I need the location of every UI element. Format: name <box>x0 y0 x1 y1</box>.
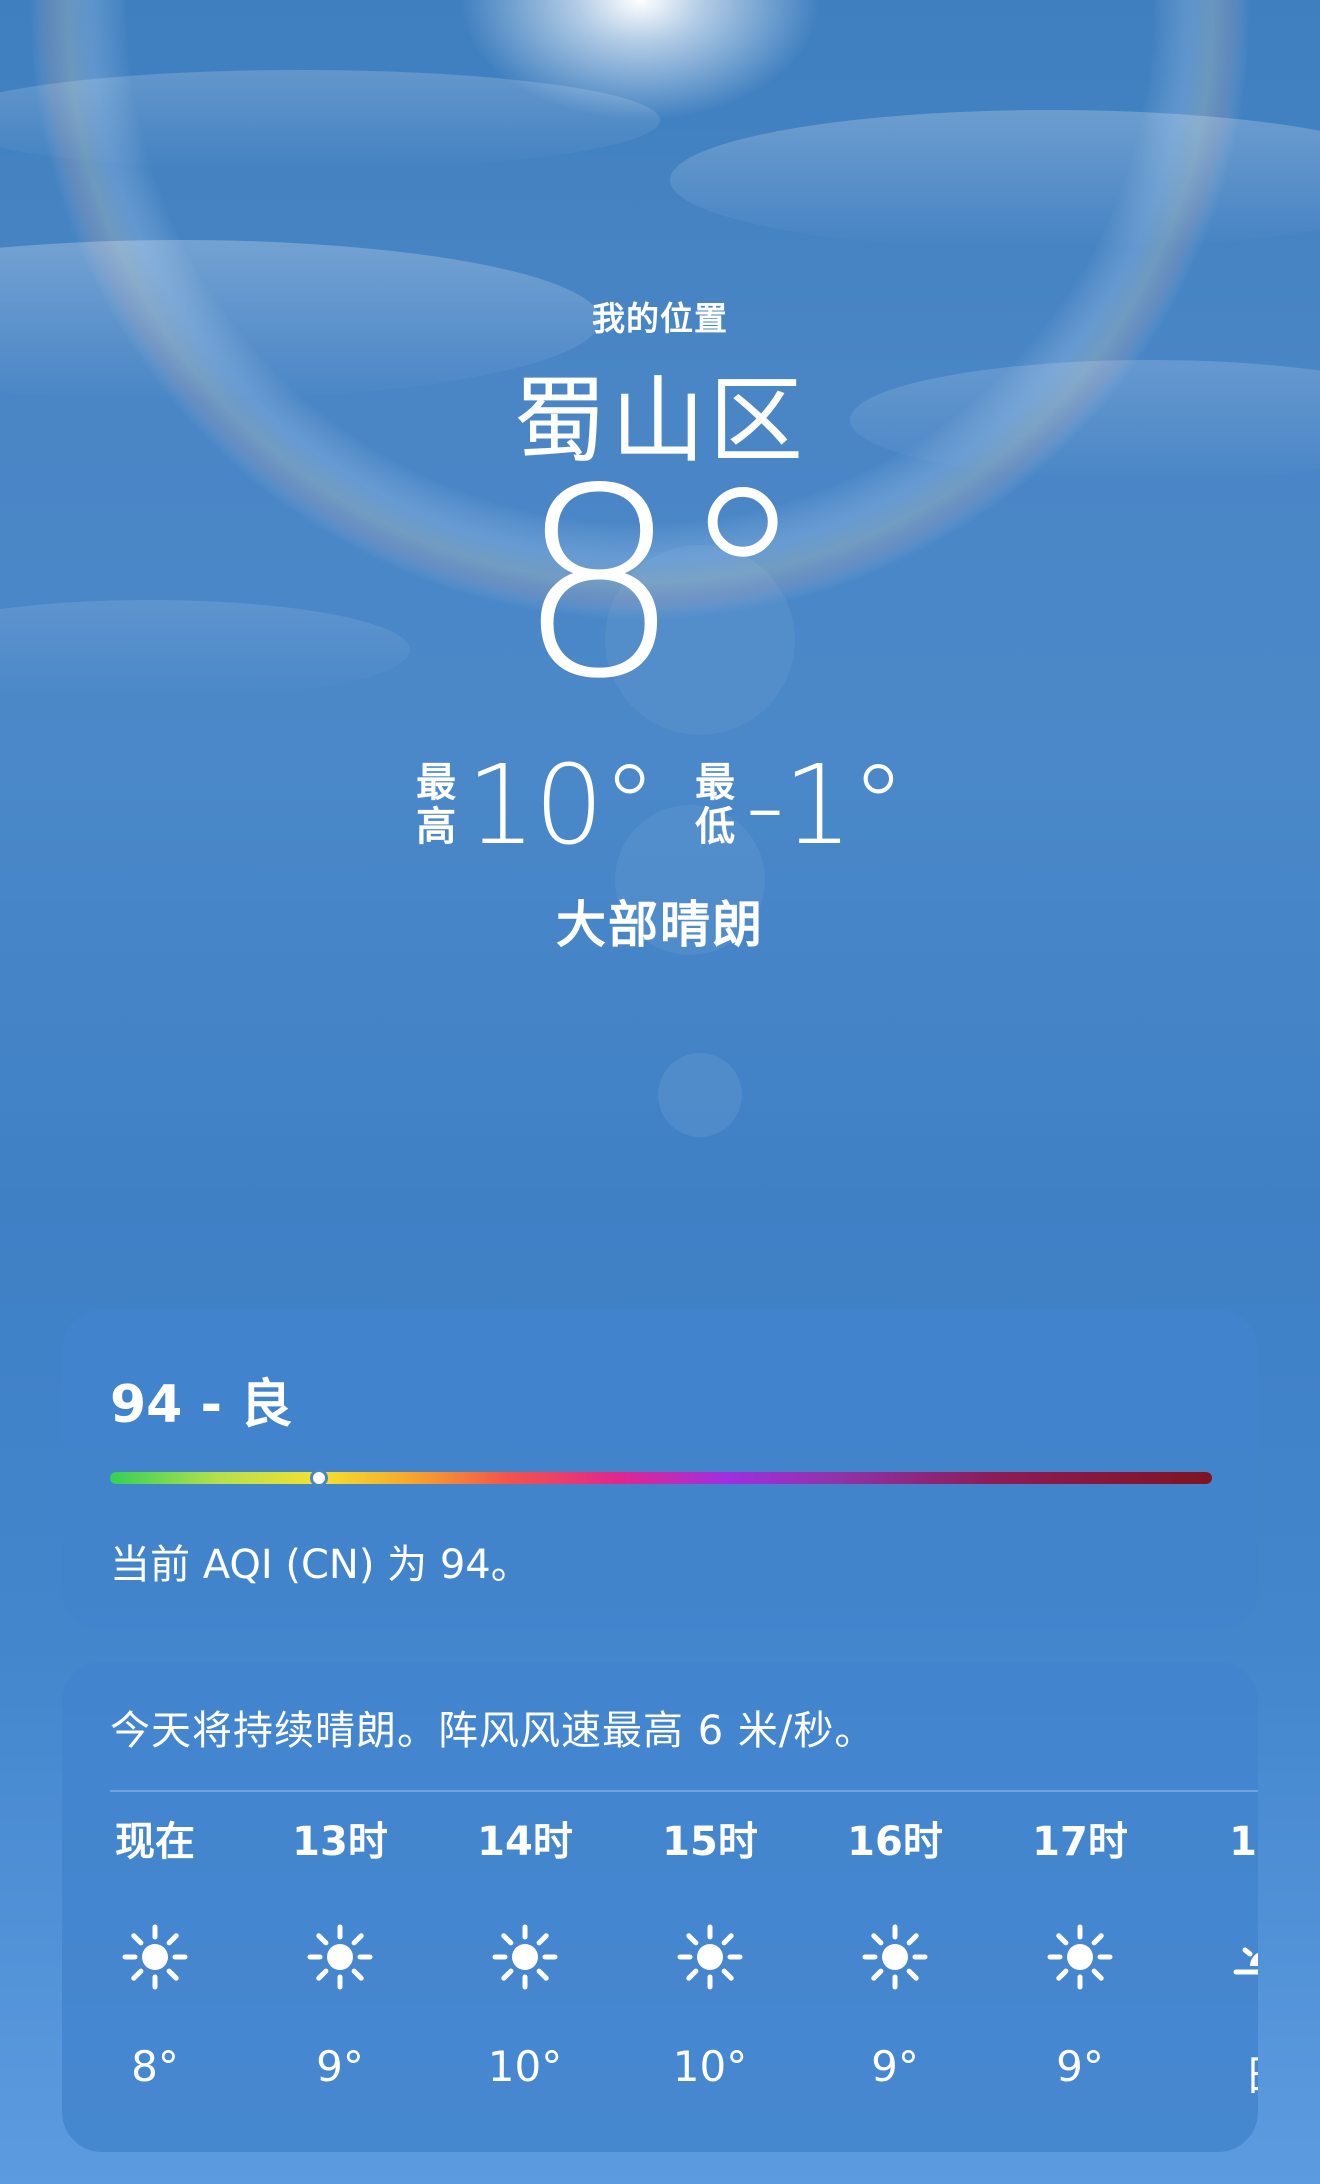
hour-item: 现在 8° <box>110 1812 295 2103</box>
hour-item: 15时 10° <box>662 1812 850 2103</box>
hour-label: 17时 <box>1032 1819 1128 1865</box>
hour-temperature: 10° <box>487 2042 563 2091</box>
hour-temperature: 9° <box>316 2042 364 2091</box>
sun-icon <box>120 1922 190 1992</box>
aqi-value: 94 - 良 <box>110 1375 293 1435</box>
sun-icon <box>675 1922 745 1992</box>
hour-temperature: 8° <box>131 2042 179 2091</box>
sun-icon <box>305 1922 375 1992</box>
hour-item: 13时 9° <box>292 1812 480 2103</box>
forecast-summary: 今天将持续晴朗。阵风风速最高 6 米/秒。 <box>110 1708 876 1754</box>
hour-temperature: 日 <box>1244 2042 1258 2103</box>
sunset-icon <box>1230 1922 1258 1992</box>
low-temperature: -1° <box>745 741 906 869</box>
hour-label: 现在 <box>115 1819 195 1865</box>
hour-temperature: 10° <box>672 2042 748 2091</box>
hour-item: 17时 9° <box>1032 1812 1220 2103</box>
hour-label: 13时 <box>292 1819 388 1865</box>
high-label: 最 高 <box>416 760 457 850</box>
hour-item: 16时 9° <box>847 1812 1035 2103</box>
high-low-row: 最 高 10° 最 低 -1° <box>0 750 1320 860</box>
hour-label: 16时 <box>847 1819 943 1865</box>
condition-text: 大部晴朗 <box>556 896 764 954</box>
hourly-forecast-list[interactable]: 现在 8° 13时 9° 14时 10° 15时 10° 16时 9° 17时 9° 17: 日 <box>110 1812 1258 2103</box>
hour-label: 15时 <box>662 1819 758 1865</box>
hour-temperature: 9° <box>1056 2042 1104 2091</box>
sun-icon <box>1045 1922 1115 1992</box>
location-label: 我的位置 <box>592 299 728 338</box>
hourly-forecast-card[interactable]: 今天将持续晴朗。阵风风速最高 6 米/秒。 现在 8° 13时 9° 14时 10° 15时… <box>62 1662 1258 2152</box>
aqi-scale-bar <box>110 1469 1212 1487</box>
hour-temperature: 9° <box>871 2042 919 2091</box>
current-temperature: 8° <box>516 434 807 736</box>
divider <box>110 1790 1258 1792</box>
air-quality-card[interactable]: 94 - 良 当前 AQI (CN) 为 94。 <box>62 1310 1258 1630</box>
hour-item: 14时 10° <box>477 1812 665 2103</box>
sun-icon <box>860 1922 930 1992</box>
high-temperature: 10° <box>466 741 657 869</box>
aqi-description: 当前 AQI (CN) 为 94。 <box>110 1542 531 1588</box>
hour-item: 17: 日 <box>1220 1812 1258 2103</box>
hour-label: 14时 <box>477 1819 573 1865</box>
aqi-indicator <box>310 1469 329 1487</box>
sun-icon <box>490 1922 560 1992</box>
low-label: 最 低 <box>695 760 736 850</box>
hour-label: 17: <box>1229 1819 1258 1865</box>
